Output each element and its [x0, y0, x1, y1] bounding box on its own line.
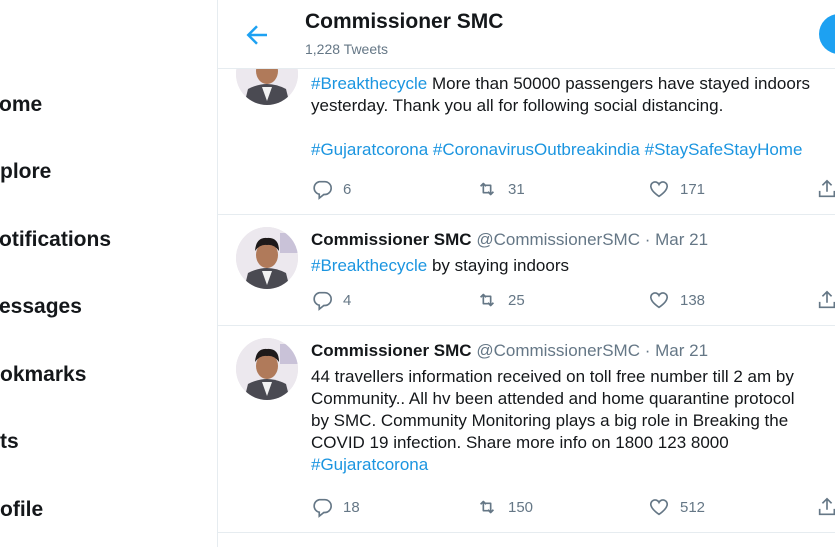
tweet-separator: ·: [644, 230, 651, 249]
hashtag-link[interactable]: #Gujaratcorona: [311, 455, 428, 474]
tweet-text-line: #Breakthecycle by staying indoors: [311, 255, 835, 277]
share-icon: [818, 290, 835, 309]
tweet-text: 44 travellers information received on to…: [311, 366, 835, 476]
share-icon: [818, 179, 835, 198]
hashtag-link[interactable]: #CoronavirusOutbreakindia: [433, 140, 640, 159]
like-button[interactable]: 138: [648, 289, 705, 311]
tweet-text-segment: by staying indoors: [427, 256, 569, 275]
tweet-text-segment: Community.. All hv been attended and hom…: [311, 389, 795, 408]
heart-icon: [649, 181, 669, 198]
retweet-icon: [479, 182, 495, 196]
like-button[interactable]: 171: [648, 178, 705, 200]
tweet-separator: ·: [644, 341, 651, 360]
retweet-icon: [479, 293, 495, 307]
tweet[interactable]: Commissioner SMC @CommissionerSMC · Mar …: [218, 326, 835, 533]
reply-count: 4: [343, 291, 352, 309]
tweet-text-line: #Breakthecycle More than 50000 passenger…: [311, 73, 835, 95]
tweet-text-line: [311, 117, 835, 139]
tweet-author-name[interactable]: Commissioner SMC: [311, 341, 472, 360]
tweet-author-handle[interactable]: @CommissionerSMC: [476, 230, 640, 249]
tweet-text-line: 44 travellers information received on to…: [311, 366, 835, 388]
tweet-actions: 4 25 138: [311, 289, 835, 313]
like-count: 171: [680, 180, 706, 198]
tweet-text-segment: COVID 19 infection. Share more info on 1…: [311, 433, 729, 452]
reply-icon: [313, 180, 332, 200]
tweet-text-segment: 44 travellers information received on to…: [311, 367, 794, 386]
tweet-header: Commissioner SMC @CommissionerSMC · Mar …: [311, 341, 708, 361]
reply-icon: [313, 498, 332, 518]
like-count: 512: [680, 498, 706, 516]
retweet-icon: [479, 500, 495, 514]
tweet-actions: 18 150 512: [311, 496, 835, 520]
tweet-text: #Breakthecycle by staying indoors: [311, 255, 835, 277]
tweet-text-line: by SMC. Community Monitoring plays a big…: [311, 410, 835, 432]
hashtag-link[interactable]: #Breakthecycle: [311, 74, 427, 93]
back-button[interactable]: [242, 20, 272, 50]
tweet-text-line: #Gujaratcorona: [311, 454, 835, 476]
profile-header: Commissioner SMC 1,228 Tweets: [218, 0, 835, 69]
avatar-image-icon: [236, 338, 298, 400]
follow-button[interactable]: [819, 14, 835, 54]
tweet-text-line: COVID 19 infection. Share more info on 1…: [311, 432, 835, 454]
tweet-text-segment: by SMC. Community Monitoring plays a big…: [311, 411, 789, 430]
tweet-header: Commissioner SMC @CommissionerSMC · Mar …: [311, 230, 708, 250]
share-button[interactable]: [816, 289, 835, 311]
reply-count: 6: [343, 180, 352, 198]
reply-icon: [313, 291, 332, 311]
tweet-text-segment: yesterday. Thank you all for following s…: [311, 96, 724, 115]
tweet-text-segment: More than 50000 passengers have stayed i…: [427, 74, 810, 93]
share-button[interactable]: [816, 178, 835, 200]
timeline: #Breakthecycle More than 50000 passenger…: [218, 0, 835, 547]
heart-icon: [649, 292, 669, 309]
share-button[interactable]: [816, 496, 835, 518]
retweet-count: 31: [508, 180, 525, 198]
tweet-author-name[interactable]: Commissioner SMC: [311, 230, 472, 249]
tweet-count: 1,228 Tweets: [305, 41, 389, 57]
avatar[interactable]: [236, 227, 298, 289]
like-button[interactable]: 512: [648, 496, 705, 518]
tweet-text-line: Community.. All hv been attended and hom…: [311, 388, 835, 410]
avatar[interactable]: [236, 338, 298, 400]
hashtag-link[interactable]: #StaySafeStayHome: [645, 140, 803, 159]
tweet-text-line: yesterday. Thank you all for following s…: [311, 95, 835, 117]
retweet-count: 150: [508, 498, 534, 516]
sidebar-nav: ome plore otifications essages okmarks t…: [0, 0, 217, 547]
retweet-button[interactable]: 150: [476, 496, 533, 518]
tweet-author-handle[interactable]: @CommissionerSMC: [476, 341, 640, 360]
reply-button[interactable]: 18: [311, 496, 360, 518]
tweet[interactable]: Commissioner SMC @CommissionerSMC · Mar …: [218, 215, 835, 326]
hashtag-link[interactable]: #Breakthecycle: [311, 256, 427, 275]
retweet-button[interactable]: 31: [476, 178, 525, 200]
tweet-actions: 6 31 171: [311, 178, 835, 202]
share-icon: [818, 497, 835, 516]
tweet-text: #Breakthecycle More than 50000 passenger…: [311, 73, 835, 161]
hashtag-link[interactable]: #Gujaratcorona: [311, 140, 428, 159]
retweet-count: 25: [508, 291, 525, 309]
reply-count: 18: [343, 498, 360, 516]
tweet[interactable]: [218, 533, 835, 547]
heart-icon: [649, 499, 669, 516]
arrow-left-icon: [246, 25, 267, 45]
tweet-date[interactable]: Mar 21: [655, 341, 708, 360]
reply-button[interactable]: 6: [311, 178, 351, 200]
tweet-text-line: #Gujaratcorona #CoronavirusOutbreakindia…: [311, 139, 835, 161]
tweet-date[interactable]: Mar 21: [655, 230, 708, 249]
page-title: Commissioner SMC: [305, 10, 504, 33]
reply-button[interactable]: 4: [311, 289, 351, 311]
retweet-button[interactable]: 25: [476, 289, 525, 311]
avatar-image-icon: [236, 227, 298, 289]
like-count: 138: [680, 291, 706, 309]
